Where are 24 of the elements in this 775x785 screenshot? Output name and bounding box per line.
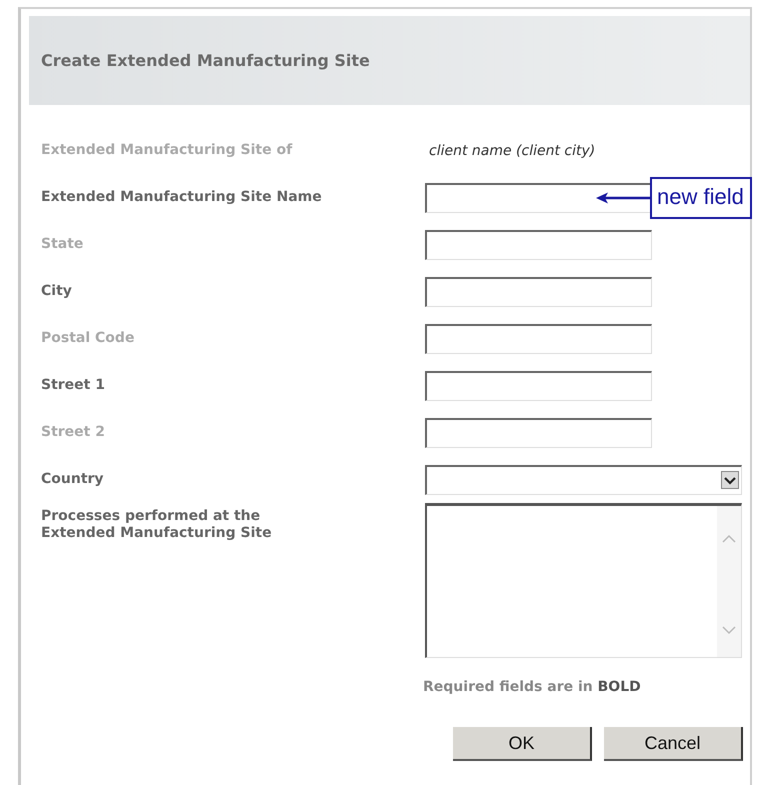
country-dropdown[interactable] (425, 464, 742, 494)
input-field[interactable] (425, 230, 652, 260)
input-field[interactable] (425, 182, 652, 212)
field-label: City (41, 283, 73, 300)
input-field[interactable] (425, 276, 652, 306)
required-note: Required fields are in BOLD (423, 679, 641, 695)
field-label: Street 2 (41, 424, 106, 441)
field-label: Extended Manufacturing Site of (41, 142, 294, 159)
field-label: Processes performed at the Extended Manufacturing Site (41, 508, 273, 542)
input-field[interactable] (425, 324, 652, 354)
dialog-title: Create Extended Manufacturing Site (41, 51, 370, 70)
arrow-icon (596, 192, 650, 204)
field-label: State (41, 236, 84, 253)
field-label: Country (41, 471, 105, 488)
field-label: Extended Manufacturing Site Name (41, 189, 323, 206)
field-label: Postal Code (41, 330, 136, 347)
input-field[interactable] (425, 418, 652, 448)
callout-label: new field (650, 176, 752, 218)
chevron-down-icon (721, 471, 739, 489)
field-label: Street 1 (41, 377, 106, 394)
input-field[interactable] (425, 370, 652, 400)
cancel-button[interactable]: Cancel (604, 727, 743, 761)
field-value: client name (client city) (429, 142, 596, 158)
ok-button[interactable]: OK (453, 727, 592, 761)
